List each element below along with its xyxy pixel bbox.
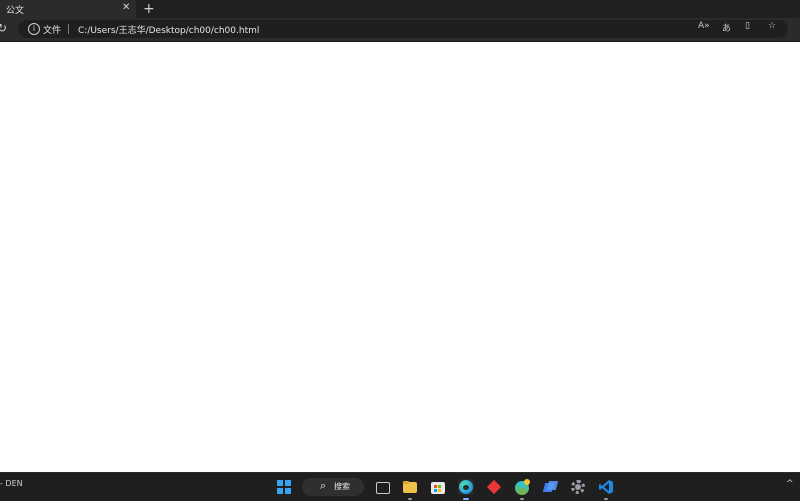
colorful-app-icon[interactable]: [514, 479, 530, 500]
start-button[interactable]: [277, 480, 291, 494]
page-content: [0, 42, 800, 472]
address-bar[interactable]: i 文件 C:/Users/王志华/Desktop/ch00/ch00.html: [18, 20, 788, 38]
search-label: 搜索: [334, 482, 350, 491]
taskbar: - DEN ⌕ 搜索 ^: [0, 472, 800, 501]
url-text[interactable]: C:/Users/王志华/Desktop/ch00/ch00.html: [78, 23, 259, 36]
info-icon[interactable]: i: [28, 23, 40, 35]
blue-app-icon[interactable]: [542, 479, 559, 495]
browser-toolbar: ↻ i 文件 C:/Users/王志华/Desktop/ch00/ch00.ht…: [0, 18, 800, 42]
file-explorer-icon[interactable]: [402, 479, 418, 500]
refresh-icon[interactable]: ↻: [0, 21, 7, 35]
settings-icon[interactable]: [570, 479, 586, 495]
weather-widget[interactable]: - DEN: [0, 479, 23, 488]
store-icon[interactable]: [430, 479, 446, 495]
edge-icon[interactable]: [458, 479, 474, 500]
tab-strip: 公文 ✕ +: [0, 0, 800, 18]
taskbar-search[interactable]: ⌕ 搜索: [302, 478, 364, 496]
task-view-icon[interactable]: [374, 479, 390, 495]
vscode-icon[interactable]: [598, 479, 614, 500]
search-icon: ⌕: [320, 479, 327, 492]
split-screen-icon[interactable]: ▯: [745, 21, 750, 31]
security-label[interactable]: 文件: [43, 23, 61, 36]
translate-icon[interactable]: あ: [722, 21, 731, 34]
tab-title: 公文: [6, 6, 25, 16]
read-aloud-icon[interactable]: A»: [698, 21, 710, 31]
new-tab-icon[interactable]: +: [143, 0, 155, 18]
favorites-icon[interactable]: ☆: [768, 21, 776, 31]
address-divider: [68, 24, 69, 34]
tab-active[interactable]: 公文 ✕: [0, 0, 136, 18]
red-app-icon[interactable]: [486, 479, 502, 495]
tray-overflow-icon[interactable]: ^: [786, 479, 794, 489]
close-icon[interactable]: ✕: [122, 2, 130, 13]
